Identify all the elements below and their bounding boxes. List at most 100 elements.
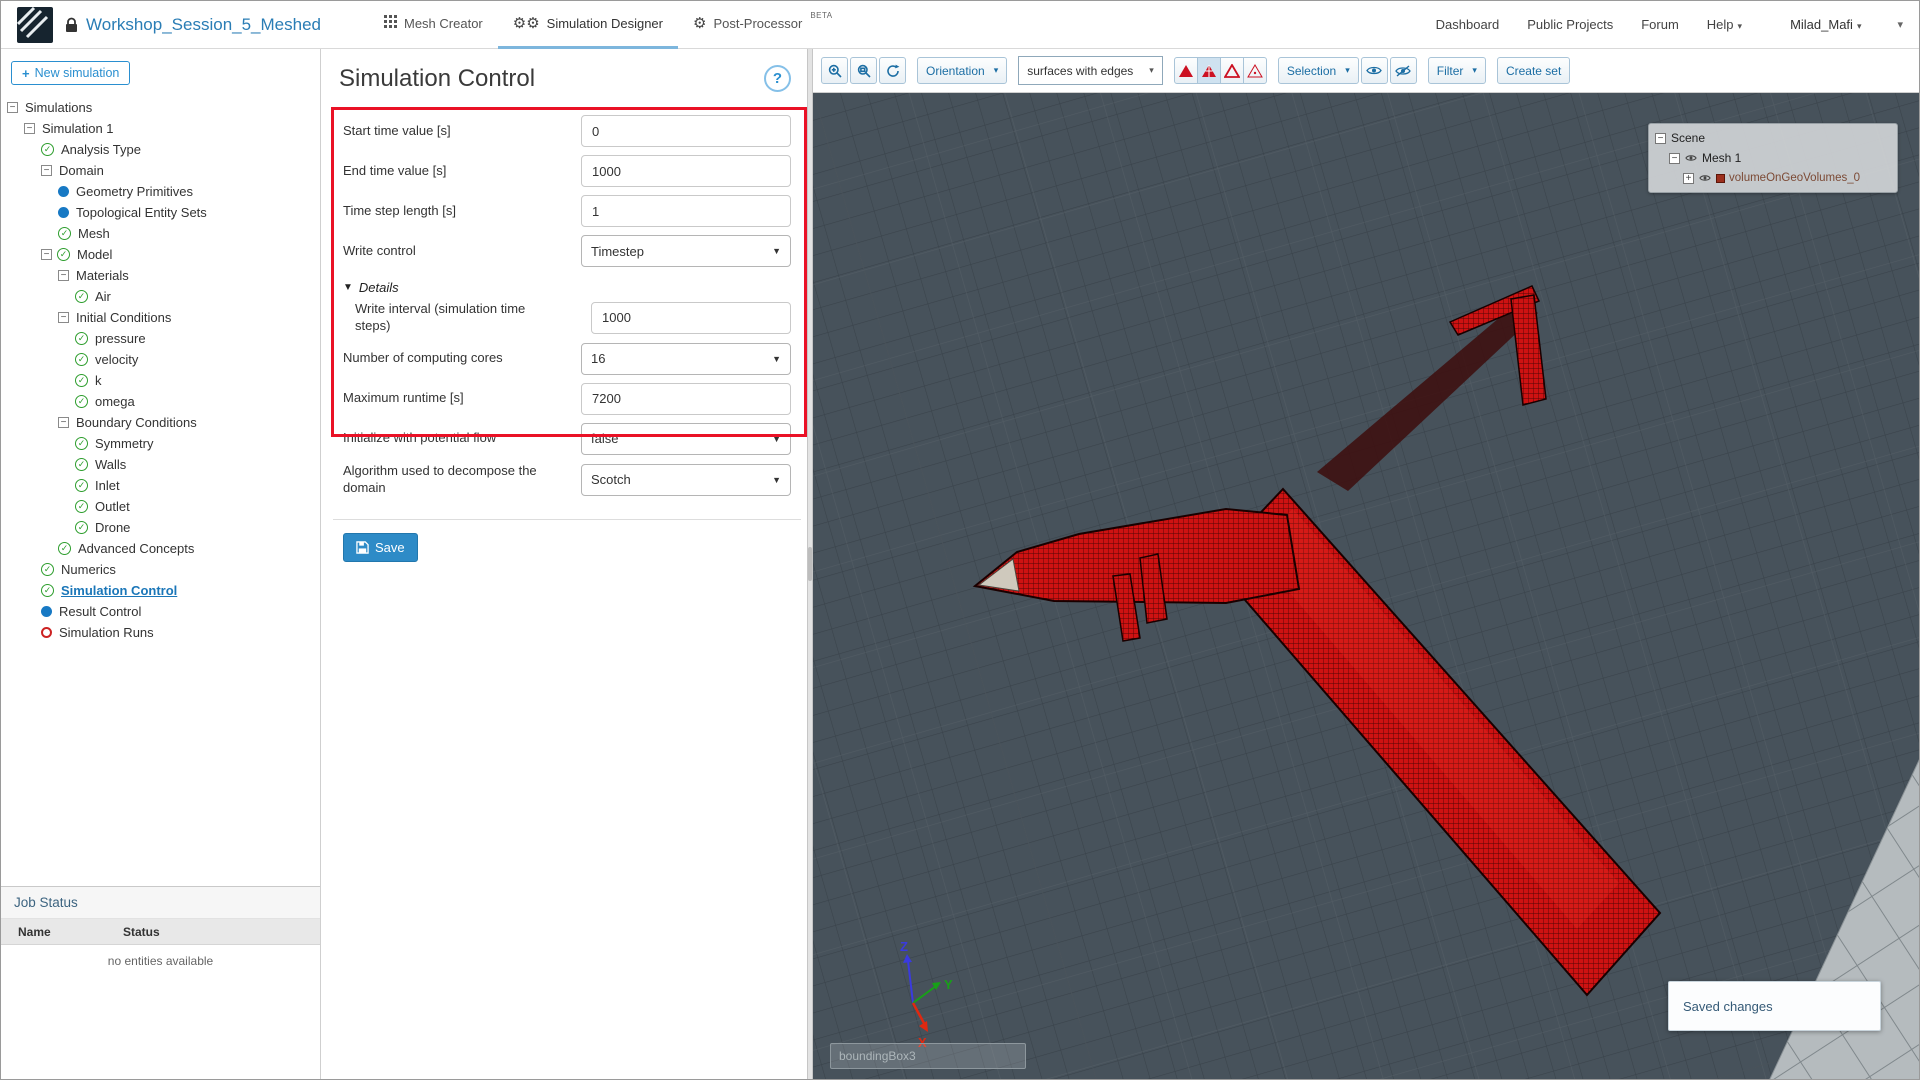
write-control-select[interactable]: Timestep ▼ (581, 235, 791, 267)
end-time-input[interactable] (581, 155, 791, 187)
check-icon: ✓ (75, 521, 88, 534)
collapse-icon[interactable]: − (7, 102, 18, 113)
zoom-fit-button[interactable] (850, 57, 877, 84)
tree-item-advanced-concepts[interactable]: ✓Advanced Concepts (1, 538, 320, 559)
tree-item-outlet[interactable]: ✓Outlet (1, 496, 320, 517)
project-title[interactable]: Workshop_Session_5_Meshed (86, 15, 321, 35)
user-menu[interactable]: Milad_Mafi▾ (1790, 17, 1861, 32)
tree-item-symmetry[interactable]: ✓Symmetry (1, 433, 320, 454)
chevron-down-icon: ▾ (1857, 21, 1862, 31)
tree-item-omega[interactable]: ✓omega (1, 391, 320, 412)
status-ring-icon (41, 627, 52, 638)
start-time-label: Start time value [s] (343, 123, 548, 140)
collapse-icon[interactable]: − (1655, 133, 1666, 144)
nav-link-help[interactable]: Help▾ (1707, 17, 1742, 32)
show-selection-button[interactable] (1361, 57, 1388, 84)
filter-dropdown[interactable]: Filter ▾ (1428, 57, 1486, 84)
tree-item-simulation-control[interactable]: ✓Simulation Control (1, 580, 320, 601)
tree-item-domain[interactable]: −Domain (1, 160, 320, 181)
expand-icon[interactable]: + (1683, 173, 1694, 184)
selection-dropdown[interactable]: Selection ▾ (1278, 57, 1359, 84)
tree-item-label: Simulation Control (61, 583, 177, 598)
tree-item-geometry-primitives[interactable]: Geometry Primitives (1, 181, 320, 202)
collapse-icon[interactable]: − (41, 249, 52, 260)
tree-item-numerics[interactable]: ✓Numerics (1, 559, 320, 580)
check-icon: ✓ (41, 143, 54, 156)
write-interval-input[interactable] (591, 302, 791, 334)
decompose-algorithm-select[interactable]: Scotch ▼ (581, 464, 791, 496)
collapse-icon[interactable]: − (1669, 153, 1680, 164)
tree-item-air[interactable]: ✓Air (1, 286, 320, 307)
collapse-icon[interactable]: − (24, 123, 35, 134)
tab-post-processor[interactable]: ⚙ Post-Processor BETA (678, 1, 848, 49)
max-runtime-input[interactable] (581, 383, 791, 415)
reset-view-button[interactable] (879, 57, 906, 84)
tree-item-drone[interactable]: ✓Drone (1, 517, 320, 538)
page-title: Simulation Control (339, 65, 535, 93)
viewport-toolbar: Orientation ▾ surfaces with edges ▾ Sele… (813, 49, 1919, 93)
tab-mesh-creator[interactable]: Mesh Creator (369, 1, 498, 49)
new-simulation-button[interactable]: + New simulation (11, 61, 130, 85)
collapse-icon[interactable]: − (58, 312, 69, 323)
tree-item-simulations[interactable]: −Simulations (1, 97, 320, 118)
floppy-disk-icon (356, 541, 369, 554)
volume-node[interactable]: + volumeOnGeoVolumes_0 (1655, 168, 1891, 188)
tree-item-pressure[interactable]: ✓pressure (1, 328, 320, 349)
tree-item-analysis-type[interactable]: ✓Analysis Type (1, 139, 320, 160)
render-mode-value: surfaces with edges (1027, 64, 1133, 78)
app-logo-icon[interactable] (17, 7, 53, 43)
render-mode-select[interactable]: surfaces with edges ▾ (1018, 56, 1163, 85)
nav-link-forum[interactable]: Forum (1641, 17, 1679, 32)
job-status-empty-text: no entities available (1, 945, 320, 968)
orientation-dropdown[interactable]: Orientation ▾ (917, 57, 1007, 84)
tree-item-k[interactable]: ✓k (1, 370, 320, 391)
tree-item-mesh[interactable]: ✓Mesh (1, 223, 320, 244)
help-button[interactable]: ? (764, 65, 791, 92)
collapse-icon[interactable]: − (58, 270, 69, 281)
toast-message: Saved changes (1683, 999, 1773, 1014)
viewport-canvas[interactable]: Z Y X − Scene − Mesh 1 (813, 93, 1919, 1079)
save-button[interactable]: Save (343, 533, 418, 562)
mesh-points-mode-button[interactable] (1243, 57, 1267, 84)
scene-node[interactable]: − Scene (1655, 128, 1891, 148)
visibility-eye-icon[interactable] (1699, 174, 1711, 182)
tree-item-result-control[interactable]: Result Control (1, 601, 320, 622)
time-step-input[interactable] (581, 195, 791, 227)
tree-item-model[interactable]: −✓Model (1, 244, 320, 265)
potential-flow-select[interactable]: false ▼ (581, 423, 791, 455)
tree-item-inlet[interactable]: ✓Inlet (1, 475, 320, 496)
nav-link-dashboard[interactable]: Dashboard (1436, 17, 1500, 32)
mesh-node-label: Mesh 1 (1702, 151, 1741, 165)
navbar-collapse-caret[interactable]: ▾ (1897, 18, 1903, 31)
mesh-surface-mode-button[interactable] (1174, 57, 1198, 84)
mesh-surface-edges-mode-button[interactable] (1197, 57, 1221, 84)
splitter-handle[interactable] (808, 547, 812, 581)
mesh-node[interactable]: − Mesh 1 (1655, 148, 1891, 168)
status-dot-icon (58, 207, 69, 218)
computing-cores-select[interactable]: 16 ▼ (581, 343, 791, 375)
tree-item-topological-entity-sets[interactable]: Topological Entity Sets (1, 202, 320, 223)
details-toggle[interactable]: ▼ Details (333, 271, 801, 297)
zoom-in-button[interactable] (821, 57, 848, 84)
tab-simulation-designer[interactable]: ⚙⚙ Simulation Designer (498, 1, 678, 49)
tree-item-simulation-runs[interactable]: Simulation Runs (1, 622, 320, 643)
hide-selection-button[interactable] (1390, 57, 1417, 84)
job-status-status-column: Status (123, 925, 160, 939)
collapse-icon[interactable]: − (58, 417, 69, 428)
bounding-box-name-input[interactable] (830, 1043, 1026, 1069)
tree-item-label: Simulation 1 (42, 121, 114, 136)
tree-item-simulation-1[interactable]: −Simulation 1 (1, 118, 320, 139)
collapse-icon[interactable]: − (41, 165, 52, 176)
mesh-wireframe-mode-button[interactable] (1220, 57, 1244, 84)
tree-item-initial-conditions[interactable]: −Initial Conditions (1, 307, 320, 328)
tree-item-boundary-conditions[interactable]: −Boundary Conditions (1, 412, 320, 433)
tree-item-materials[interactable]: −Materials (1, 265, 320, 286)
tree-item-velocity[interactable]: ✓velocity (1, 349, 320, 370)
check-icon: ✓ (57, 248, 70, 261)
nav-link-public-projects[interactable]: Public Projects (1527, 17, 1613, 32)
volume-node-label: volumeOnGeoVolumes_0 (1729, 172, 1860, 184)
create-set-button[interactable]: Create set (1497, 57, 1570, 84)
visibility-eye-icon[interactable] (1685, 154, 1697, 162)
tree-item-walls[interactable]: ✓Walls (1, 454, 320, 475)
start-time-input[interactable] (581, 115, 791, 147)
